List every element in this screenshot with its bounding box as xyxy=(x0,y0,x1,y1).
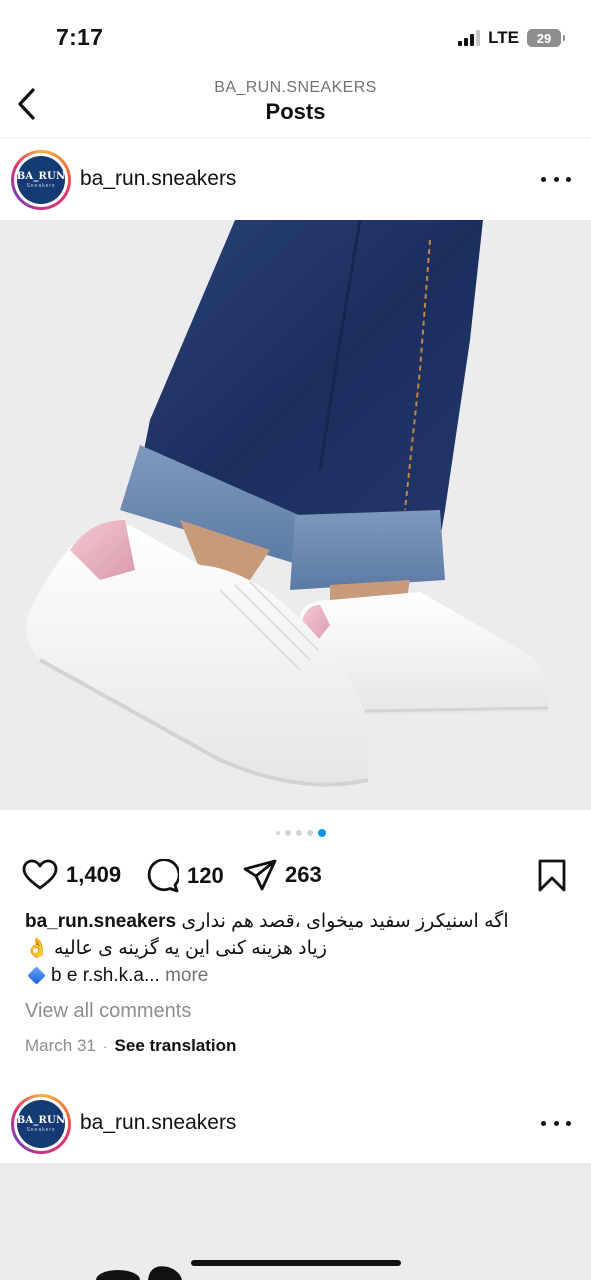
carousel-dot xyxy=(306,830,313,836)
ok-hand-emoji: 👌 xyxy=(25,938,49,959)
carousel-dot xyxy=(284,830,291,836)
post-header-2: BA_RUN Sneakers ba_run.sneakers xyxy=(0,1084,591,1164)
caption-more-link[interactable]: more xyxy=(165,965,208,986)
comment-button[interactable]: 120 xyxy=(145,859,224,893)
blue-diamond-icon xyxy=(27,966,46,985)
home-indicator[interactable] xyxy=(191,1260,401,1266)
caption-line-3: b e r.sh.k.a... more xyxy=(25,962,551,989)
post-header: BA_RUN Sneakers ba_run.sneakers xyxy=(0,140,591,220)
caption-text-3: b e r.sh.k.a... xyxy=(51,965,160,986)
post-meta: March 31 · See translation xyxy=(25,1036,236,1056)
more-options-button[interactable] xyxy=(541,1112,571,1134)
view-all-comments-link[interactable]: View all comments xyxy=(25,1000,191,1023)
status-bar: 7:17 LTE 29 xyxy=(0,0,591,70)
avatar-subtext: Sneakers xyxy=(26,183,56,189)
post-username[interactable]: ba_run.sneakers xyxy=(80,167,236,191)
avatar[interactable]: BA_RUN Sneakers xyxy=(11,1094,71,1154)
carousel-dot xyxy=(295,830,302,836)
nav-subtitle: BA_RUN.SNEAKERS xyxy=(214,79,377,96)
avatar[interactable]: BA_RUN Sneakers xyxy=(11,150,71,210)
battery-level: 29 xyxy=(536,30,552,46)
caption-line-1: ba_run.sneakers اگه اسنیکرز سفید میخوای … xyxy=(25,908,551,935)
share-count: 263 xyxy=(285,862,322,887)
carousel-dots xyxy=(0,829,591,837)
action-bar: 1,409 120 263 xyxy=(0,855,591,897)
more-options-button[interactable] xyxy=(541,168,571,190)
like-count: 1,409 xyxy=(66,862,122,887)
like-button[interactable]: 1,409 xyxy=(22,859,121,891)
page-title: Posts xyxy=(265,99,326,124)
comment-count: 120 xyxy=(187,863,224,888)
more-dots-icon xyxy=(541,176,546,182)
post-username[interactable]: ba_run.sneakers xyxy=(80,1111,236,1135)
nav-header: BA_RUN.SNEAKERS Posts xyxy=(0,70,591,138)
post-caption: ba_run.sneakers اگه اسنیکرز سفید میخوای … xyxy=(25,908,551,989)
sneaker-photo xyxy=(26,220,549,787)
avatar-text: BA_RUN xyxy=(16,1115,66,1126)
status-indicators: LTE 29 xyxy=(458,28,565,48)
heart-icon xyxy=(22,859,58,890)
carousel-dot xyxy=(275,831,280,835)
caption-line-2: زیاد هزینه کنی این یه گزینه ی عالیه 👌 xyxy=(25,935,551,962)
see-translation-link[interactable]: See translation xyxy=(115,1036,237,1056)
battery-icon: 29 xyxy=(527,29,565,47)
meta-separator: · xyxy=(102,1038,108,1054)
caption-text-1: اگه اسنیکرز سفید میخوای ،قصد هم نداری xyxy=(181,911,509,932)
status-time: 7:17 xyxy=(56,24,104,50)
more-dots-icon xyxy=(541,1120,546,1126)
bookmark-icon xyxy=(538,859,566,892)
comment-icon xyxy=(147,859,179,893)
nav-titles: BA_RUN.SNEAKERS Posts xyxy=(0,79,591,125)
avatar-text: BA_RUN xyxy=(16,171,66,182)
share-icon xyxy=(243,859,277,891)
carousel-dot-active xyxy=(317,829,326,837)
post-date: March 31 xyxy=(25,1036,96,1055)
post-image[interactable] xyxy=(0,220,591,810)
avatar-subtext: Sneakers xyxy=(26,1127,56,1133)
network-type: LTE xyxy=(488,28,519,47)
signal-icon xyxy=(458,30,481,46)
caption-username[interactable]: ba_run.sneakers xyxy=(25,911,176,932)
save-button[interactable] xyxy=(537,859,567,898)
share-button[interactable]: 263 xyxy=(243,859,322,891)
caption-text-2: زیاد هزینه کنی این یه گزینه ی عالیه xyxy=(53,938,327,959)
